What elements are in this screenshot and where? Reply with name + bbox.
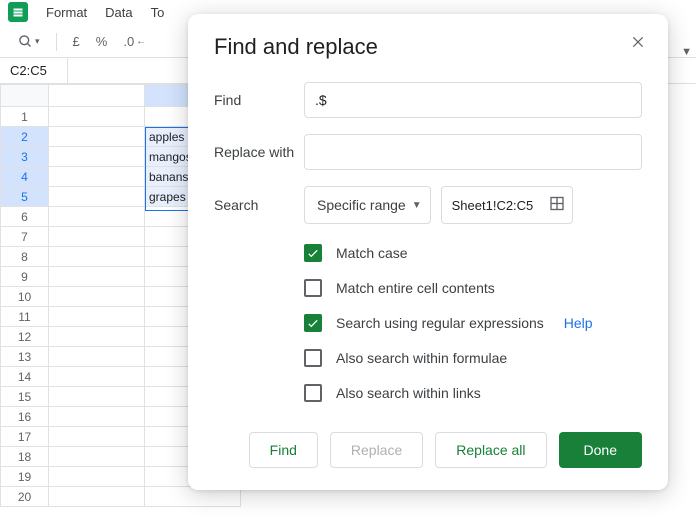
- search-label: Search: [214, 197, 304, 213]
- find-button[interactable]: Find: [249, 432, 318, 468]
- select-range-icon[interactable]: [549, 196, 565, 215]
- select-all-cell[interactable]: [1, 85, 49, 107]
- col-header-b[interactable]: [49, 85, 145, 107]
- find-input[interactable]: [304, 82, 642, 118]
- cell[interactable]: [49, 247, 145, 267]
- row-header[interactable]: 9: [1, 267, 49, 287]
- chevron-down-icon: ▼: [412, 200, 422, 211]
- sheets-logo-icon: [8, 2, 28, 22]
- row-header[interactable]: 18: [1, 447, 49, 467]
- regex-help-link[interactable]: Help: [564, 315, 593, 331]
- cell[interactable]: [49, 467, 145, 487]
- cell[interactable]: [49, 307, 145, 327]
- replace-label: Replace with: [214, 144, 304, 160]
- row-header[interactable]: 10: [1, 287, 49, 307]
- search-formulae-checkbox[interactable]: [304, 349, 322, 367]
- decrease-decimal-button[interactable]: .0←: [119, 32, 150, 51]
- row-header[interactable]: 20: [1, 487, 49, 507]
- cell[interactable]: [49, 487, 145, 507]
- cell[interactable]: [49, 147, 145, 167]
- search-formulae-label: Also search within formulae: [336, 350, 507, 366]
- search-links-checkbox[interactable]: [304, 384, 322, 402]
- row-header[interactable]: 14: [1, 367, 49, 387]
- cell[interactable]: [49, 107, 145, 127]
- cell[interactable]: [49, 447, 145, 467]
- row-header[interactable]: 3: [1, 147, 49, 167]
- cell[interactable]: [49, 167, 145, 187]
- regex-checkbox[interactable]: [304, 314, 322, 332]
- cell[interactable]: [49, 407, 145, 427]
- replace-button[interactable]: Replace: [330, 432, 423, 468]
- row-header[interactable]: 15: [1, 387, 49, 407]
- find-replace-dialog: Find and replace Find Replace with Searc…: [188, 14, 668, 490]
- cell[interactable]: [49, 427, 145, 447]
- menu-tools-truncated[interactable]: To: [151, 5, 165, 20]
- match-case-label: Match case: [336, 245, 408, 261]
- cell[interactable]: [49, 127, 145, 147]
- row-header[interactable]: 17: [1, 427, 49, 447]
- cell[interactable]: [49, 327, 145, 347]
- currency-format-button[interactable]: £: [69, 32, 84, 51]
- row-header[interactable]: 7: [1, 227, 49, 247]
- search-scope-dropdown[interactable]: Specific range ▼: [304, 186, 431, 224]
- done-button[interactable]: Done: [559, 432, 642, 468]
- menu-format[interactable]: Format: [46, 5, 87, 20]
- row-header[interactable]: 11: [1, 307, 49, 327]
- search-icon[interactable]: ▾: [14, 32, 44, 51]
- replace-all-button[interactable]: Replace all: [435, 432, 546, 468]
- cell[interactable]: [49, 267, 145, 287]
- search-links-label: Also search within links: [336, 385, 481, 401]
- row-header[interactable]: 8: [1, 247, 49, 267]
- match-entire-cell-label: Match entire cell contents: [336, 280, 495, 296]
- cell[interactable]: [49, 227, 145, 247]
- cell[interactable]: [49, 347, 145, 367]
- row-header[interactable]: 16: [1, 407, 49, 427]
- find-label: Find: [214, 92, 304, 108]
- row-header[interactable]: 5: [1, 187, 49, 207]
- cell[interactable]: [49, 207, 145, 227]
- row-header[interactable]: 13: [1, 347, 49, 367]
- match-case-checkbox[interactable]: [304, 244, 322, 262]
- regex-label: Search using regular expressions: [336, 315, 544, 331]
- cell[interactable]: [49, 387, 145, 407]
- row-header[interactable]: 1: [1, 107, 49, 127]
- row-header[interactable]: 2: [1, 127, 49, 147]
- replace-input[interactable]: [304, 134, 642, 170]
- cell[interactable]: [49, 287, 145, 307]
- match-entire-cell-checkbox[interactable]: [304, 279, 322, 297]
- row-header[interactable]: 4: [1, 167, 49, 187]
- name-box[interactable]: C2:C5: [0, 58, 68, 83]
- cell[interactable]: [49, 187, 145, 207]
- dialog-title: Find and replace: [214, 34, 642, 60]
- cell[interactable]: [49, 367, 145, 387]
- percent-format-button[interactable]: %: [92, 32, 112, 51]
- row-header[interactable]: 6: [1, 207, 49, 227]
- close-icon[interactable]: [628, 32, 648, 52]
- row-header[interactable]: 19: [1, 467, 49, 487]
- toolbar-overflow-icon[interactable]: ▼: [681, 46, 692, 58]
- row-header[interactable]: 12: [1, 327, 49, 347]
- menu-data[interactable]: Data: [105, 5, 132, 20]
